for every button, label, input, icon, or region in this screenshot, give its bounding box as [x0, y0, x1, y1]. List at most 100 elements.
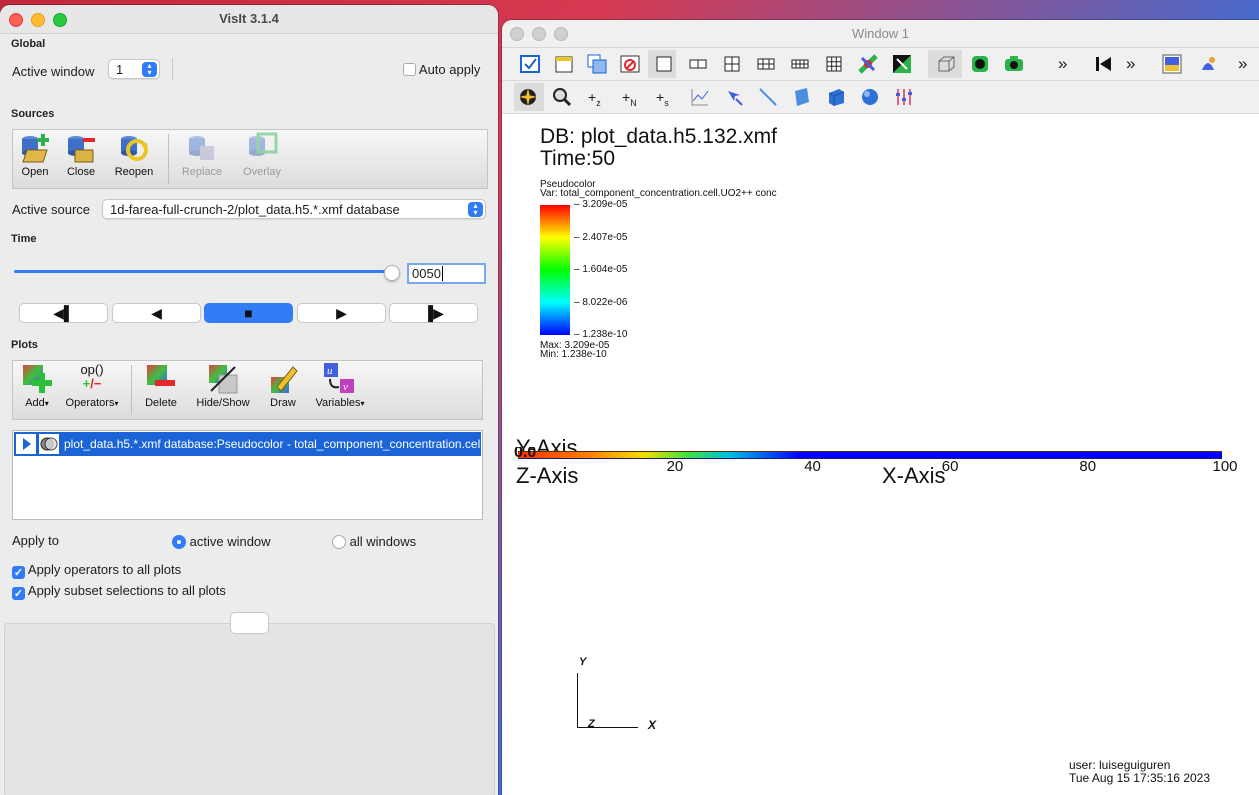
- active-window-radio-label: active window: [189, 534, 271, 549]
- triad-z-label: Z: [588, 718, 595, 730]
- splitter-handle[interactable]: [230, 612, 269, 634]
- active-window-radio[interactable]: active window: [172, 534, 271, 549]
- lineout-pointer-icon[interactable]: [724, 87, 744, 107]
- expand-plot-icon[interactable]: [16, 434, 36, 454]
- plot-list-item[interactable]: plot_data.h5.*.xmf database:Pseudocolor …: [14, 432, 481, 456]
- plot-visibility-icon[interactable]: [39, 434, 59, 454]
- draw-pencil-icon: [267, 363, 299, 395]
- extents-tool-icon[interactable]: [894, 87, 914, 107]
- navigate-compass-icon[interactable]: [518, 87, 538, 107]
- separator: [131, 365, 132, 415]
- layout-2x4-icon[interactable]: [790, 54, 810, 74]
- hide-show-label: Hide/Show: [196, 397, 250, 409]
- play-button[interactable]: ▶: [297, 303, 386, 323]
- auto-apply-label: Auto apply: [418, 62, 481, 77]
- delete-plot-button[interactable]: Delete: [139, 363, 183, 409]
- expression-icon[interactable]: [1198, 54, 1218, 74]
- lineout-icon[interactable]: [758, 87, 778, 107]
- new-window-icon[interactable]: [554, 54, 574, 74]
- overlay-database-icon: [246, 132, 278, 164]
- draw-label: Draw: [270, 397, 296, 409]
- close-window-button[interactable]: [9, 13, 23, 27]
- replace-label: Replace: [181, 166, 223, 178]
- operators-icon: op() +/−: [80, 362, 104, 391]
- reverse-frame-icon[interactable]: [1094, 54, 1114, 74]
- zoom-window-button[interactable]: [554, 27, 568, 41]
- active-window-combo[interactable]: 1 ▴ ▾: [108, 59, 160, 79]
- more-tools-chevron-icon[interactable]: »: [1238, 54, 1247, 74]
- x-axis-title: X-Axis: [882, 463, 946, 488]
- overlay-button[interactable]: Overlay: [239, 132, 285, 178]
- delete-label: Delete: [145, 397, 177, 409]
- box-tool-icon[interactable]: [826, 87, 846, 107]
- time-section-label: Time: [11, 233, 37, 245]
- zoom-magnifier-icon[interactable]: [552, 87, 572, 107]
- layout-1x1-icon[interactable]: [654, 54, 674, 74]
- close-label: Close: [66, 166, 96, 178]
- close-button[interactable]: Close: [61, 132, 101, 178]
- reopen-button[interactable]: Reopen: [113, 132, 155, 178]
- plot-list[interactable]: plot_data.h5.*.xmf database:Pseudocolor …: [12, 430, 483, 520]
- draw-button[interactable]: Draw: [263, 363, 303, 409]
- forward-step-button[interactable]: ▐▶: [389, 303, 478, 323]
- overlay-label: Overlay: [243, 166, 281, 178]
- delete-window-icon[interactable]: [620, 54, 640, 74]
- node-pick-icon[interactable]: +N: [622, 89, 637, 108]
- x-axis-tick-label: 100: [1212, 458, 1238, 475]
- curve-query-icon[interactable]: [690, 87, 710, 107]
- clone-window-icon[interactable]: [587, 54, 607, 74]
- zone-pick-icon[interactable]: +z: [588, 89, 601, 108]
- active-window-icon[interactable]: [520, 54, 540, 74]
- all-windows-radio[interactable]: all windows: [332, 534, 416, 549]
- layout-1x2-icon[interactable]: [688, 54, 708, 74]
- spreadsheet-pick-icon[interactable]: +s: [656, 89, 669, 108]
- stop-icon: ■: [244, 305, 253, 321]
- apply-operators-label: Apply operators to all plots: [27, 562, 182, 577]
- lock-time-icon[interactable]: [892, 54, 912, 74]
- hide-show-button[interactable]: Hide/Show: [193, 363, 253, 409]
- apply-operators-checkbox[interactable]: ✓ Apply operators to all plots: [12, 562, 181, 579]
- time-slider-handle[interactable]: [384, 265, 400, 281]
- layout-3x3-icon[interactable]: [824, 54, 844, 74]
- add-label: Add: [25, 397, 45, 409]
- 3d-box-icon[interactable]: [936, 54, 956, 74]
- time-input[interactable]: 0050: [407, 263, 486, 284]
- reverse-play-button[interactable]: ◀: [112, 303, 201, 323]
- replace-button[interactable]: Replace: [179, 132, 225, 178]
- camera-icon[interactable]: [1004, 54, 1024, 74]
- zoom-window-button[interactable]: [53, 13, 67, 27]
- sphere-tool-icon[interactable]: [860, 87, 880, 107]
- stop-button[interactable]: ■: [204, 303, 293, 323]
- play-icon: ▶: [336, 305, 347, 321]
- more-tools-chevron-icon[interactable]: »: [1126, 54, 1135, 74]
- minimize-window-button[interactable]: [31, 13, 45, 27]
- auto-apply-checkbox[interactable]: Auto apply: [403, 62, 480, 77]
- add-plot-button[interactable]: Add▾: [15, 363, 59, 409]
- triad-y-axis-line: [577, 673, 578, 728]
- layout-2x2-icon[interactable]: [722, 54, 742, 74]
- radio-selected-icon: [172, 535, 186, 549]
- user-annotation: user: luiseguiguren: [1069, 758, 1171, 772]
- plane-tool-icon[interactable]: [792, 87, 812, 107]
- visit-main-window: VisIt 3.1.4 Global Active window 1 ▴ ▾ Au…: [0, 5, 498, 795]
- apply-subset-checkbox[interactable]: ✓ Apply subset selections to all plots: [12, 583, 226, 600]
- minimize-window-button[interactable]: [532, 27, 546, 41]
- time-slider-track[interactable]: [14, 270, 394, 273]
- active-source-combo[interactable]: 1d-farea-full-crunch-2/plot_data.h5.*.xm…: [102, 199, 486, 219]
- open-button[interactable]: Open: [15, 132, 55, 178]
- lock-view-icon[interactable]: [858, 54, 878, 74]
- global-section-label: Global: [11, 38, 46, 50]
- x-axis-tick-label: 40: [804, 458, 821, 475]
- forward-step-icon: ▐▶: [423, 305, 444, 321]
- annotation-icon[interactable]: [1162, 54, 1182, 74]
- layout-2x3-icon[interactable]: [756, 54, 776, 74]
- reverse-step-button[interactable]: ◀▌: [19, 303, 108, 323]
- spin-mode-icon[interactable]: [970, 54, 990, 74]
- close-window-button[interactable]: [510, 27, 524, 41]
- reverse-step-icon: ◀▌: [53, 305, 74, 321]
- db-annotation: DB: plot_data.h5.132.xmf: [540, 125, 777, 148]
- operators-button[interactable]: op() +/− Operators▾: [63, 362, 121, 410]
- more-tools-chevron-icon[interactable]: »: [1058, 54, 1067, 74]
- variables-button[interactable]: uv Variables▾: [311, 363, 369, 409]
- active-source-label: Active source: [12, 202, 91, 217]
